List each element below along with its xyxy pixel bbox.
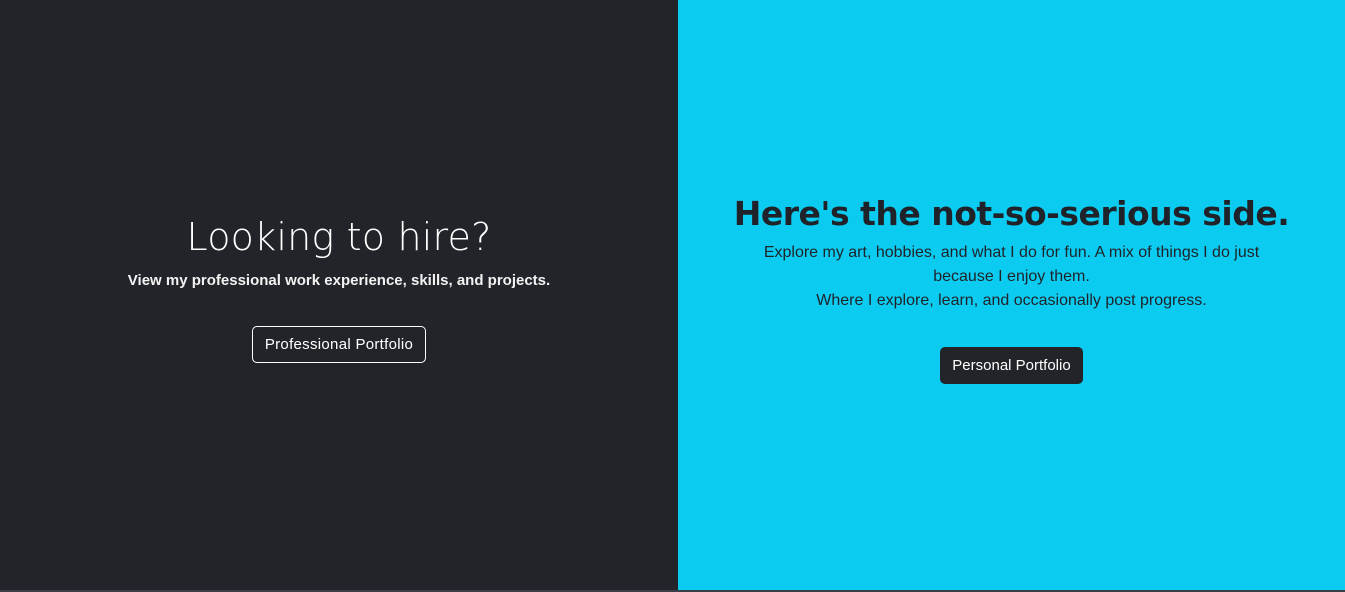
personal-portfolio-button[interactable]: Personal Portfolio — [940, 347, 1083, 384]
personal-content: Here's the not-so-serious side. Explore … — [678, 193, 1345, 384]
professional-panel: Looking to hire? View my professional wo… — [0, 0, 678, 590]
personal-panel: Here's the not-so-serious side. Explore … — [678, 0, 1345, 590]
personal-description: Explore my art, hobbies, and what I do f… — [742, 241, 1282, 313]
professional-subtitle: View my professional work experience, sk… — [127, 272, 551, 289]
professional-heading: Looking to hire? — [186, 215, 492, 259]
personal-description-line-2: Where I explore, learn, and occasionally… — [816, 292, 1207, 309]
personal-description-line-1: Explore my art, hobbies, and what I do f… — [763, 244, 1260, 285]
personal-heading: Here's the not-so-serious side. — [733, 194, 1290, 233]
professional-portfolio-button[interactable]: Professional Portfolio — [251, 326, 427, 363]
split-landing: Looking to hire? View my professional wo… — [0, 0, 1345, 590]
professional-content: Looking to hire? View my professional wo… — [0, 214, 678, 363]
